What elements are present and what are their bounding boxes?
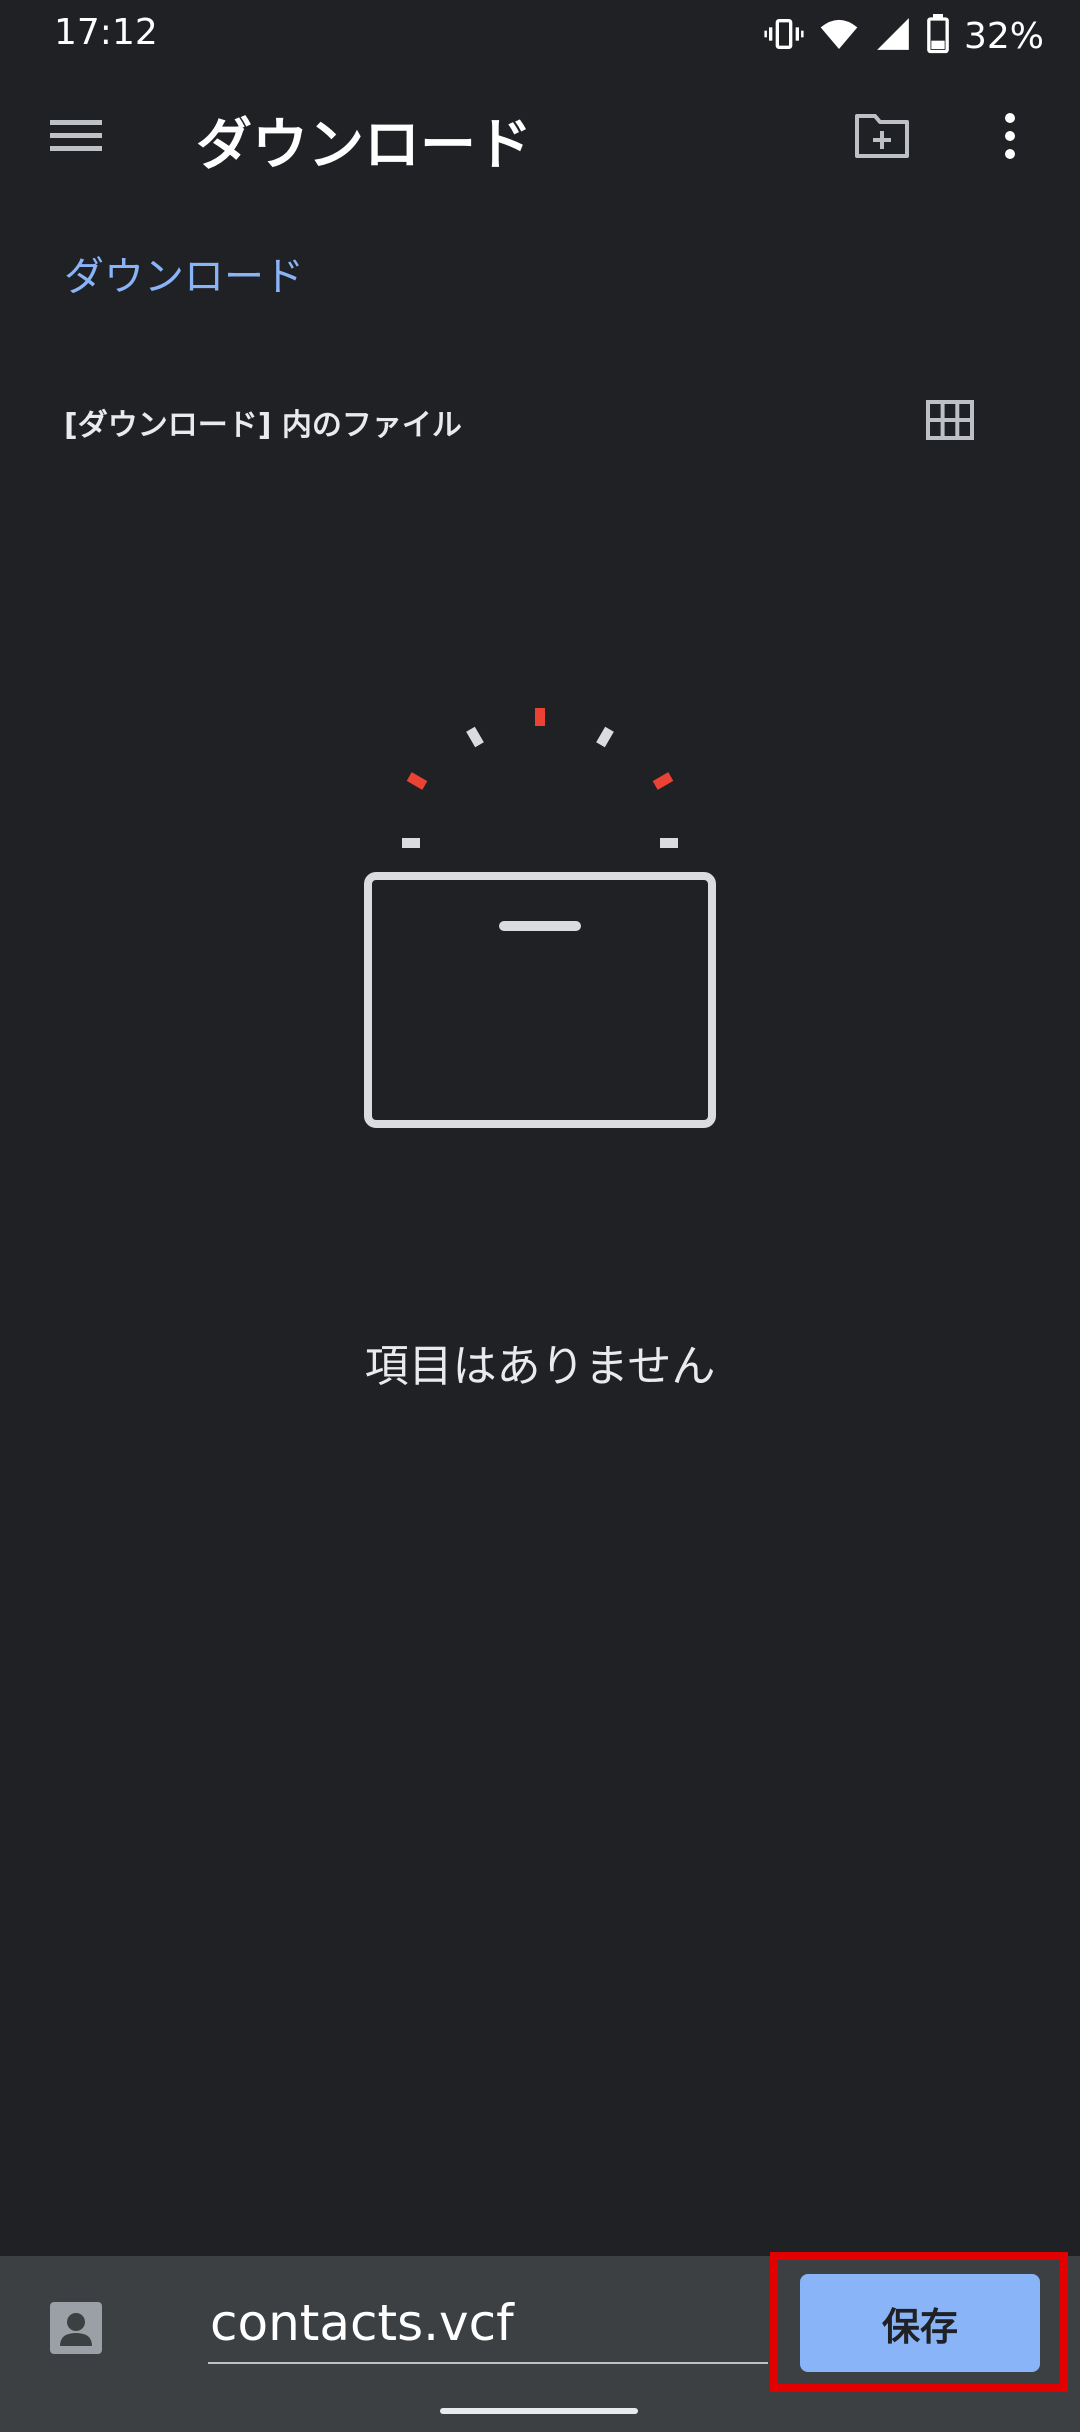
breadcrumb[interactable]: ダウンロード [64,244,304,302]
wifi-icon [818,14,860,58]
status-icons: 32% [764,12,1044,60]
status-bar: 17:12 32% [0,0,1080,72]
app-bar: ダウンロード [0,72,1080,204]
new-folder-button[interactable] [846,102,918,174]
grid-view-toggle[interactable] [916,388,984,456]
save-button[interactable]: 保存 [800,2274,1040,2372]
grid-view-icon [926,400,974,444]
save-bar: contacts.vcf 保存 [0,2252,1080,2432]
new-folder-icon [853,112,911,164]
save-button-label: 保存 [881,2304,958,2349]
menu-button[interactable] [40,102,112,174]
status-time: 17:12 [54,12,158,53]
home-indicator[interactable] [440,2408,638,2414]
page-title: ダウンロード [196,113,532,178]
empty-state-message: 項目はありません [364,1341,716,1392]
more-vert-icon [1002,112,1018,164]
battery-icon [926,14,950,58]
battery-percent: 32% [963,15,1044,57]
section-header: [ダウンロード] 内のファイル [64,408,462,443]
menu-icon [50,116,102,160]
vibrate-icon [764,14,804,58]
contact-icon [44,2296,108,2360]
filename-input[interactable]: contacts.vcf [208,2284,768,2364]
more-options-button[interactable] [974,102,1046,174]
cellular-signal-icon [874,14,912,58]
empty-box-illustration [360,700,720,1140]
filename-value[interactable]: contacts.vcf [210,2294,514,2352]
